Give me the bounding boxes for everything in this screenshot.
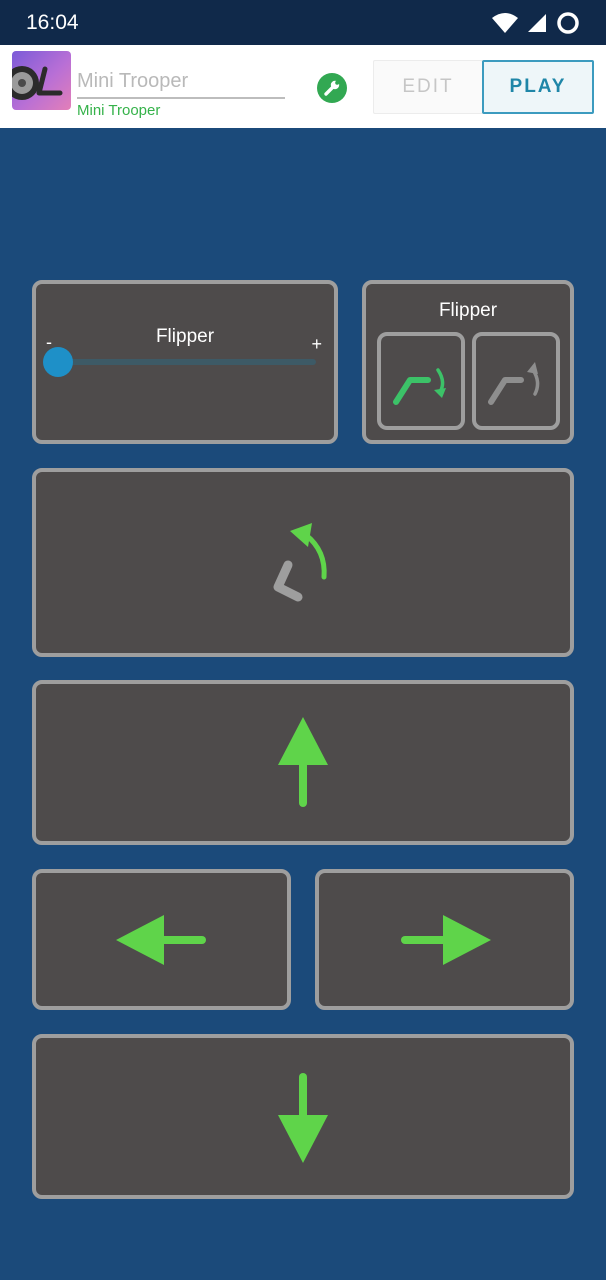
flipper-up-button[interactable] <box>472 332 560 430</box>
arrow-up-icon <box>278 716 328 807</box>
robot-name-input[interactable] <box>77 65 285 99</box>
wrench-icon <box>324 80 340 96</box>
edit-mode-button[interactable]: EDIT <box>373 60 483 114</box>
robot-header: Mini Trooper EDIT PLAY <box>0 45 606 128</box>
status-bar: 16:04 <box>0 0 606 45</box>
drive-forward-button[interactable] <box>32 680 574 845</box>
flipper-slider-label: Flipper <box>155 326 215 347</box>
robot-subtitle: Mini Trooper <box>77 102 161 119</box>
flipper-up-icon <box>488 362 540 405</box>
robot-thumbnail[interactable] <box>12 51 71 110</box>
arrow-left-icon <box>115 914 206 965</box>
flipper-slider-thumb[interactable] <box>43 347 73 377</box>
self-right-icon <box>273 522 327 601</box>
turn-right-button[interactable] <box>315 869 574 1010</box>
flipper-down-button[interactable] <box>377 332 465 430</box>
flipper-down-icon <box>393 368 446 405</box>
flipper-buttons-label: Flipper <box>438 300 498 321</box>
turn-left-button[interactable] <box>32 869 291 1010</box>
wifi-icon <box>492 12 518 33</box>
status-time: 16:04 <box>26 10 79 34</box>
configure-button[interactable] <box>317 73 347 103</box>
slider-max-label: + <box>311 334 322 354</box>
battery-ring-icon <box>557 11 579 34</box>
status-icons <box>492 11 580 35</box>
flipper-slider-track[interactable] <box>54 359 316 365</box>
cellular-signal-icon <box>528 13 546 32</box>
flipper-slider-panel: Flipper - + <box>32 280 338 444</box>
flipper-buttons-panel: Flipper <box>362 280 574 444</box>
arrow-right-icon <box>400 914 491 965</box>
robot-thumbnail-icon <box>12 66 63 100</box>
arrow-down-icon <box>278 1072 328 1163</box>
drive-reverse-button[interactable] <box>32 1034 574 1199</box>
self-right-button[interactable] <box>32 468 574 657</box>
play-mode-button[interactable]: PLAY <box>482 60 594 114</box>
